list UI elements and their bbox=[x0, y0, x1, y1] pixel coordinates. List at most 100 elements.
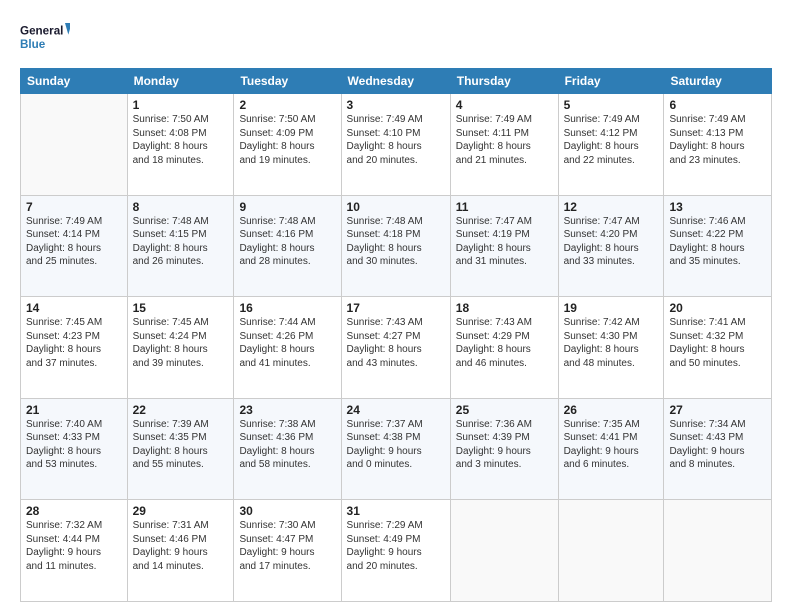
svg-text:Blue: Blue bbox=[20, 38, 46, 51]
day-number: 27 bbox=[669, 403, 766, 417]
day-info: Sunrise: 7:49 AMSunset: 4:11 PMDaylight:… bbox=[456, 113, 553, 167]
day-info: Sunrise: 7:30 AMSunset: 4:47 PMDaylight:… bbox=[239, 519, 335, 573]
day-info: Sunrise: 7:49 AMSunset: 4:10 PMDaylight:… bbox=[347, 113, 445, 167]
day-info: Sunrise: 7:48 AMSunset: 4:15 PMDaylight:… bbox=[133, 215, 229, 269]
day-number: 7 bbox=[26, 200, 122, 214]
day-info: Sunrise: 7:31 AMSunset: 4:46 PMDaylight:… bbox=[133, 519, 229, 573]
day-number: 18 bbox=[456, 301, 553, 315]
day-number: 30 bbox=[239, 504, 335, 518]
calendar-cell: 12Sunrise: 7:47 AMSunset: 4:20 PMDayligh… bbox=[558, 195, 664, 297]
day-info: Sunrise: 7:49 AMSunset: 4:12 PMDaylight:… bbox=[564, 113, 659, 167]
day-number: 4 bbox=[456, 98, 553, 112]
calendar-header-sunday: Sunday bbox=[21, 69, 128, 94]
day-info: Sunrise: 7:32 AMSunset: 4:44 PMDaylight:… bbox=[26, 519, 122, 573]
day-info: Sunrise: 7:34 AMSunset: 4:43 PMDaylight:… bbox=[669, 418, 766, 472]
day-number: 23 bbox=[239, 403, 335, 417]
logo-svg: General Blue bbox=[20, 18, 70, 58]
day-info: Sunrise: 7:45 AMSunset: 4:23 PMDaylight:… bbox=[26, 316, 122, 370]
day-info: Sunrise: 7:44 AMSunset: 4:26 PMDaylight:… bbox=[239, 316, 335, 370]
day-info: Sunrise: 7:40 AMSunset: 4:33 PMDaylight:… bbox=[26, 418, 122, 472]
day-info: Sunrise: 7:50 AMSunset: 4:08 PMDaylight:… bbox=[133, 113, 229, 167]
calendar-cell: 18Sunrise: 7:43 AMSunset: 4:29 PMDayligh… bbox=[450, 297, 558, 399]
calendar-cell: 26Sunrise: 7:35 AMSunset: 4:41 PMDayligh… bbox=[558, 398, 664, 500]
day-number: 14 bbox=[26, 301, 122, 315]
calendar-cell: 1Sunrise: 7:50 AMSunset: 4:08 PMDaylight… bbox=[127, 94, 234, 196]
day-info: Sunrise: 7:42 AMSunset: 4:30 PMDaylight:… bbox=[564, 316, 659, 370]
calendar-cell: 4Sunrise: 7:49 AMSunset: 4:11 PMDaylight… bbox=[450, 94, 558, 196]
day-number: 22 bbox=[133, 403, 229, 417]
day-number: 26 bbox=[564, 403, 659, 417]
day-number: 9 bbox=[239, 200, 335, 214]
calendar-cell: 2Sunrise: 7:50 AMSunset: 4:09 PMDaylight… bbox=[234, 94, 341, 196]
calendar-cell: 5Sunrise: 7:49 AMSunset: 4:12 PMDaylight… bbox=[558, 94, 664, 196]
day-info: Sunrise: 7:39 AMSunset: 4:35 PMDaylight:… bbox=[133, 418, 229, 472]
calendar-cell bbox=[558, 500, 664, 602]
day-info: Sunrise: 7:49 AMSunset: 4:13 PMDaylight:… bbox=[669, 113, 766, 167]
calendar-cell: 13Sunrise: 7:46 AMSunset: 4:22 PMDayligh… bbox=[664, 195, 772, 297]
calendar-table: SundayMondayTuesdayWednesdayThursdayFrid… bbox=[20, 68, 772, 602]
calendar-week-4: 21Sunrise: 7:40 AMSunset: 4:33 PMDayligh… bbox=[21, 398, 772, 500]
day-info: Sunrise: 7:46 AMSunset: 4:22 PMDaylight:… bbox=[669, 215, 766, 269]
day-number: 15 bbox=[133, 301, 229, 315]
day-info: Sunrise: 7:41 AMSunset: 4:32 PMDaylight:… bbox=[669, 316, 766, 370]
calendar-cell: 10Sunrise: 7:48 AMSunset: 4:18 PMDayligh… bbox=[341, 195, 450, 297]
calendar-week-3: 14Sunrise: 7:45 AMSunset: 4:23 PMDayligh… bbox=[21, 297, 772, 399]
logo: General Blue bbox=[20, 18, 70, 58]
calendar-cell: 30Sunrise: 7:30 AMSunset: 4:47 PMDayligh… bbox=[234, 500, 341, 602]
calendar-cell: 7Sunrise: 7:49 AMSunset: 4:14 PMDaylight… bbox=[21, 195, 128, 297]
day-info: Sunrise: 7:35 AMSunset: 4:41 PMDaylight:… bbox=[564, 418, 659, 472]
calendar-header-monday: Monday bbox=[127, 69, 234, 94]
calendar-cell: 28Sunrise: 7:32 AMSunset: 4:44 PMDayligh… bbox=[21, 500, 128, 602]
calendar-cell: 27Sunrise: 7:34 AMSunset: 4:43 PMDayligh… bbox=[664, 398, 772, 500]
calendar-cell: 22Sunrise: 7:39 AMSunset: 4:35 PMDayligh… bbox=[127, 398, 234, 500]
calendar-header-friday: Friday bbox=[558, 69, 664, 94]
calendar-cell bbox=[450, 500, 558, 602]
day-info: Sunrise: 7:29 AMSunset: 4:49 PMDaylight:… bbox=[347, 519, 445, 573]
calendar-header-wednesday: Wednesday bbox=[341, 69, 450, 94]
calendar-cell: 8Sunrise: 7:48 AMSunset: 4:15 PMDaylight… bbox=[127, 195, 234, 297]
calendar-cell: 11Sunrise: 7:47 AMSunset: 4:19 PMDayligh… bbox=[450, 195, 558, 297]
day-number: 31 bbox=[347, 504, 445, 518]
day-number: 28 bbox=[26, 504, 122, 518]
day-info: Sunrise: 7:50 AMSunset: 4:09 PMDaylight:… bbox=[239, 113, 335, 167]
day-info: Sunrise: 7:48 AMSunset: 4:16 PMDaylight:… bbox=[239, 215, 335, 269]
calendar-header-thursday: Thursday bbox=[450, 69, 558, 94]
calendar-cell bbox=[664, 500, 772, 602]
calendar-cell: 31Sunrise: 7:29 AMSunset: 4:49 PMDayligh… bbox=[341, 500, 450, 602]
svg-text:General: General bbox=[20, 25, 63, 38]
calendar-cell: 29Sunrise: 7:31 AMSunset: 4:46 PMDayligh… bbox=[127, 500, 234, 602]
calendar-cell: 17Sunrise: 7:43 AMSunset: 4:27 PMDayligh… bbox=[341, 297, 450, 399]
calendar-cell: 25Sunrise: 7:36 AMSunset: 4:39 PMDayligh… bbox=[450, 398, 558, 500]
day-number: 3 bbox=[347, 98, 445, 112]
calendar-cell: 14Sunrise: 7:45 AMSunset: 4:23 PMDayligh… bbox=[21, 297, 128, 399]
day-number: 13 bbox=[669, 200, 766, 214]
day-number: 29 bbox=[133, 504, 229, 518]
day-info: Sunrise: 7:47 AMSunset: 4:19 PMDaylight:… bbox=[456, 215, 553, 269]
day-info: Sunrise: 7:43 AMSunset: 4:29 PMDaylight:… bbox=[456, 316, 553, 370]
day-number: 1 bbox=[133, 98, 229, 112]
calendar-header-saturday: Saturday bbox=[664, 69, 772, 94]
day-number: 24 bbox=[347, 403, 445, 417]
day-number: 21 bbox=[26, 403, 122, 417]
day-number: 17 bbox=[347, 301, 445, 315]
day-info: Sunrise: 7:43 AMSunset: 4:27 PMDaylight:… bbox=[347, 316, 445, 370]
day-info: Sunrise: 7:45 AMSunset: 4:24 PMDaylight:… bbox=[133, 316, 229, 370]
calendar-week-5: 28Sunrise: 7:32 AMSunset: 4:44 PMDayligh… bbox=[21, 500, 772, 602]
day-info: Sunrise: 7:38 AMSunset: 4:36 PMDaylight:… bbox=[239, 418, 335, 472]
calendar-week-1: 1Sunrise: 7:50 AMSunset: 4:08 PMDaylight… bbox=[21, 94, 772, 196]
day-info: Sunrise: 7:36 AMSunset: 4:39 PMDaylight:… bbox=[456, 418, 553, 472]
calendar-cell bbox=[21, 94, 128, 196]
day-number: 2 bbox=[239, 98, 335, 112]
day-number: 12 bbox=[564, 200, 659, 214]
calendar-cell: 6Sunrise: 7:49 AMSunset: 4:13 PMDaylight… bbox=[664, 94, 772, 196]
day-number: 5 bbox=[564, 98, 659, 112]
day-number: 10 bbox=[347, 200, 445, 214]
calendar-cell: 15Sunrise: 7:45 AMSunset: 4:24 PMDayligh… bbox=[127, 297, 234, 399]
page-header: General Blue bbox=[20, 18, 772, 58]
day-info: Sunrise: 7:48 AMSunset: 4:18 PMDaylight:… bbox=[347, 215, 445, 269]
calendar-week-2: 7Sunrise: 7:49 AMSunset: 4:14 PMDaylight… bbox=[21, 195, 772, 297]
day-number: 8 bbox=[133, 200, 229, 214]
day-number: 19 bbox=[564, 301, 659, 315]
calendar-cell: 21Sunrise: 7:40 AMSunset: 4:33 PMDayligh… bbox=[21, 398, 128, 500]
calendar-header-row: SundayMondayTuesdayWednesdayThursdayFrid… bbox=[21, 69, 772, 94]
